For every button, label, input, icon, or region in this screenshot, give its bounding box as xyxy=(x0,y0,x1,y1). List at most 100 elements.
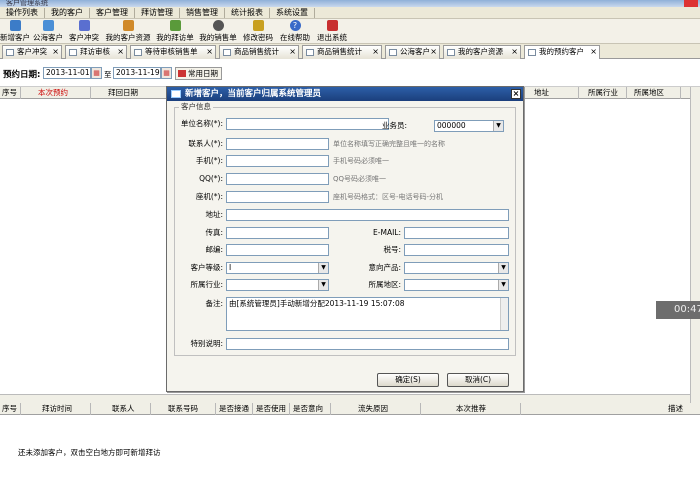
col-header-contact[interactable]: 联系人 xyxy=(112,404,135,414)
dialog-icon xyxy=(171,90,181,98)
tab-customer-conflict[interactable]: 客户冲突 × xyxy=(2,45,62,59)
start-date-field[interactable]: 2013-11-01 xyxy=(43,67,91,79)
close-tab-icon[interactable]: × xyxy=(590,46,597,58)
close-tab-icon[interactable]: × xyxy=(206,46,213,58)
postcode-label: 邮编: xyxy=(205,245,223,254)
col-header-intent[interactable]: 是否意向 xyxy=(293,404,323,414)
col-header-region[interactable]: 所属地区 xyxy=(634,88,664,98)
calendar-icon[interactable]: ▦ xyxy=(161,67,172,79)
my-sales-button[interactable]: 我的销售单 xyxy=(197,20,239,43)
tab-product-sales-stats-2[interactable]: 商品销售统计 × xyxy=(302,45,382,59)
close-window-button[interactable] xyxy=(684,0,698,7)
col-header-used[interactable]: 是否使用 xyxy=(256,404,286,414)
customer-level-select[interactable]: I ▼ xyxy=(226,262,329,274)
change-password-button[interactable]: 修改密码 xyxy=(240,20,276,43)
visits-table-header: 序号 拜访时间 联系人 联系号码 是否接通 是否使用 是否意向 流失原因 本次推… xyxy=(0,403,700,415)
menu-bar: 操作列表 我的客户 客户管理 拜访管理 销售管理 统计报表 系统设置 xyxy=(0,7,700,19)
online-help-button[interactable]: ? 在线帮助 xyxy=(277,20,313,43)
postcode-input[interactable] xyxy=(226,244,329,256)
calendar-icon xyxy=(178,70,186,77)
menu-operation-list[interactable]: 操作列表 xyxy=(0,7,45,18)
col-header-index[interactable]: 序号 xyxy=(2,404,17,414)
tab-icon xyxy=(306,49,314,56)
close-icon[interactable]: × xyxy=(511,89,521,99)
qq-input[interactable] xyxy=(226,173,329,185)
col-header-loss-reason[interactable]: 流失原因 xyxy=(358,404,388,414)
exit-system-button[interactable]: 退出系统 xyxy=(314,20,350,43)
tab-my-appointments[interactable]: 我的预约客户 × xyxy=(524,45,600,59)
menu-sales-management[interactable]: 销售管理 xyxy=(180,7,225,18)
ok-button[interactable]: 确定(S) xyxy=(377,373,439,387)
close-tab-icon[interactable]: × xyxy=(289,46,296,58)
address-input[interactable] xyxy=(226,209,509,221)
contact-label: 联系人(*): xyxy=(188,139,223,148)
col-header-index[interactable]: 序号 xyxy=(2,88,17,98)
qq-label: QQ(*): xyxy=(199,174,223,183)
special-note-input[interactable] xyxy=(226,338,509,350)
menu-visit-management[interactable]: 拜访管理 xyxy=(135,7,180,18)
menu-reports[interactable]: 统计报表 xyxy=(225,7,270,18)
region-label: 所属地区: xyxy=(368,280,401,289)
col-header-industry[interactable]: 所属行业 xyxy=(588,88,618,98)
col-header-this-appointment[interactable]: 本次预约 xyxy=(38,88,68,98)
tab-icon xyxy=(389,49,397,56)
col-header-return-date[interactable]: 拜回日期 xyxy=(108,88,138,98)
my-visit-button[interactable]: 我的拜访单 xyxy=(154,20,196,43)
tab-visit-review[interactable]: 拜访审核 × xyxy=(65,45,127,59)
vertical-scrollbar[interactable] xyxy=(690,87,700,403)
region-select[interactable]: ▼ xyxy=(404,279,509,291)
contact-input[interactable] xyxy=(226,138,329,150)
tab-my-customer-resource[interactable]: 我的客户资源 × xyxy=(443,45,521,59)
close-tab-icon[interactable]: × xyxy=(52,46,59,58)
appointment-date-label: 预约日期: xyxy=(3,70,41,80)
salesman-select[interactable]: 000000 ▼ xyxy=(434,120,504,132)
fax-input[interactable] xyxy=(226,227,329,239)
add-customer-button[interactable]: 新增客户 xyxy=(0,20,30,43)
menu-customer-management[interactable]: 客户管理 xyxy=(90,7,135,18)
remark-textarea[interactable]: 由[系统管理员]手动新增分配2013-11-19 15:07:08 xyxy=(226,297,509,331)
common-dates-button[interactable]: 常用日期 xyxy=(175,67,222,80)
email-input[interactable] xyxy=(404,227,509,239)
tab-icon xyxy=(447,49,455,56)
customer-level-label: 客户等级: xyxy=(190,263,223,272)
email-label: E-MAIL: xyxy=(373,228,401,237)
col-header-visit-time[interactable]: 拜访时间 xyxy=(42,404,72,414)
customer-conflict-button[interactable]: 客户冲突 xyxy=(66,20,102,43)
close-tab-icon[interactable]: × xyxy=(511,46,518,58)
close-tab-icon[interactable]: × xyxy=(117,46,124,58)
menu-system-settings[interactable]: 系统设置 xyxy=(270,7,315,18)
tab-product-sales-stats[interactable]: 商品销售统计 × xyxy=(219,45,299,59)
my-customer-resource-button[interactable]: 我的客户资源 xyxy=(103,20,153,43)
dialog-title-bar[interactable]: 新增客户，当前客户归属系统管理员 × xyxy=(167,87,523,101)
chevron-down-icon: ▼ xyxy=(318,280,328,290)
intended-product-select[interactable]: ▼ xyxy=(404,262,509,274)
col-header-phone[interactable]: 联系号码 xyxy=(168,404,198,414)
col-header-connected[interactable]: 是否接通 xyxy=(219,404,249,414)
close-tab-icon[interactable]: × xyxy=(430,46,437,58)
group-legend: 客户信息 xyxy=(179,101,213,112)
salesman-label: 业务员: xyxy=(381,121,407,130)
col-header-description[interactable]: 描述 xyxy=(668,404,683,414)
cancel-button[interactable]: 取消(C) xyxy=(447,373,509,387)
tab-pending-sales[interactable]: 等待审核销售单 × xyxy=(130,45,216,59)
menu-my-customers[interactable]: 我的客户 xyxy=(45,7,90,18)
col-header-address[interactable]: 地址 xyxy=(534,88,549,98)
landline-input[interactable] xyxy=(226,191,329,203)
end-date-field[interactable]: 2013-11-19 xyxy=(113,67,161,79)
tab-bar: 客户冲突 × 拜访审核 × 等待审核销售单 × 商品销售统计 × 商品销售统计 × 公海客… xyxy=(0,44,700,59)
public-customers-button[interactable]: 公海客户 xyxy=(30,20,66,43)
textarea-scrollbar[interactable] xyxy=(500,298,508,330)
mobile-label: 手机(*): xyxy=(195,156,223,165)
industry-select[interactable]: ▼ xyxy=(226,279,329,291)
mobile-input[interactable] xyxy=(226,155,329,167)
taxno-input[interactable] xyxy=(404,244,509,256)
dialog-title: 新增客户，当前客户归属系统管理员 xyxy=(185,89,322,99)
close-tab-icon[interactable]: × xyxy=(372,46,379,58)
tab-icon xyxy=(528,49,536,56)
tab-public-customers[interactable]: 公海客户 × xyxy=(385,45,440,59)
visits-grid[interactable]: 还未添加客户，双击空白地方即可新增拜访 xyxy=(0,415,700,488)
col-header-recommend[interactable]: 本次推荐 xyxy=(456,404,486,414)
phone-icon xyxy=(212,20,224,31)
horizontal-scrollbar[interactable] xyxy=(0,394,690,403)
calendar-icon[interactable]: ▦ xyxy=(91,67,102,79)
